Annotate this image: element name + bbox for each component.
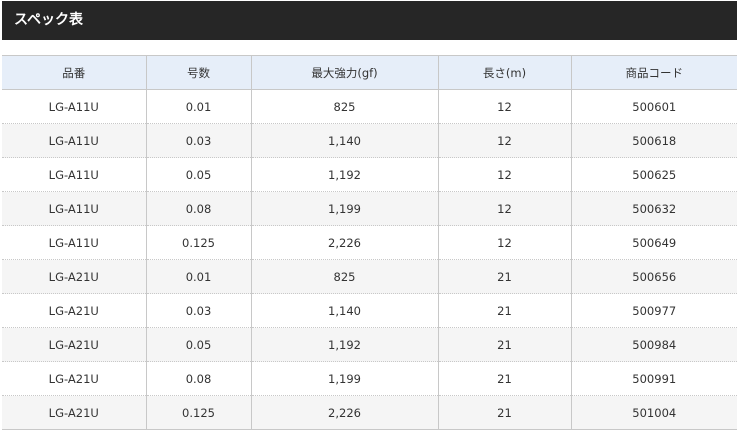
cell-product-code: 500984 bbox=[571, 327, 737, 362]
cell-length: 12 bbox=[438, 225, 572, 260]
spec-table: 品番 号数 最大強力(gf) 長さ(m) 商品コード LG-A11U 0.01 … bbox=[2, 55, 737, 430]
cell-size: 0.08 bbox=[146, 361, 252, 396]
cell-size: 0.08 bbox=[146, 191, 252, 226]
column-header-length: 長さ(m) bbox=[438, 55, 572, 90]
cell-part-number: LG-A21U bbox=[2, 361, 147, 396]
cell-max-strength: 1,140 bbox=[251, 293, 439, 328]
cell-max-strength: 1,199 bbox=[251, 191, 439, 226]
cell-max-strength: 825 bbox=[251, 89, 439, 124]
cell-size: 0.03 bbox=[146, 123, 252, 158]
cell-part-number: LG-A11U bbox=[2, 89, 147, 124]
cell-part-number: LG-A21U bbox=[2, 327, 147, 362]
cell-max-strength: 1,192 bbox=[251, 327, 439, 362]
cell-product-code: 500977 bbox=[571, 293, 737, 328]
cell-product-code: 500649 bbox=[571, 225, 737, 260]
cell-length: 21 bbox=[438, 327, 572, 362]
table-row: LG-A11U 0.01 825 12 500601 bbox=[2, 89, 737, 124]
spec-page: スペック表 品番 号数 最大強力(gf) 長さ(m) 商品コード LG-A11U… bbox=[0, 0, 739, 434]
table-row: LG-A21U 0.125 2,226 21 501004 bbox=[2, 395, 737, 430]
cell-product-code: 500632 bbox=[571, 191, 737, 226]
cell-max-strength: 2,226 bbox=[251, 395, 439, 430]
cell-part-number: LG-A11U bbox=[2, 191, 147, 226]
cell-size: 0.05 bbox=[146, 327, 252, 362]
cell-length: 21 bbox=[438, 259, 572, 294]
cell-size: 0.125 bbox=[146, 225, 252, 260]
table-row: LG-A21U 0.05 1,192 21 500984 bbox=[2, 327, 737, 362]
cell-length: 12 bbox=[438, 157, 572, 192]
section-title: スペック表 bbox=[2, 1, 737, 40]
cell-product-code: 500625 bbox=[571, 157, 737, 192]
cell-part-number: LG-A11U bbox=[2, 225, 147, 260]
cell-product-code: 500601 bbox=[571, 89, 737, 124]
cell-length: 12 bbox=[438, 89, 572, 124]
column-header-product-code: 商品コード bbox=[571, 55, 737, 90]
cell-product-code: 500656 bbox=[571, 259, 737, 294]
cell-size: 0.01 bbox=[146, 259, 252, 294]
table-row: LG-A11U 0.125 2,226 12 500649 bbox=[2, 225, 737, 260]
table-header-row: 品番 号数 最大強力(gf) 長さ(m) 商品コード bbox=[2, 55, 737, 90]
table-row: LG-A21U 0.03 1,140 21 500977 bbox=[2, 293, 737, 328]
cell-product-code: 501004 bbox=[571, 395, 737, 430]
cell-size: 0.01 bbox=[146, 89, 252, 124]
cell-max-strength: 1,140 bbox=[251, 123, 439, 158]
table-row: LG-A11U 0.03 1,140 12 500618 bbox=[2, 123, 737, 158]
table-row: LG-A21U 0.01 825 21 500656 bbox=[2, 259, 737, 294]
cell-part-number: LG-A21U bbox=[2, 293, 147, 328]
table-row: LG-A11U 0.05 1,192 12 500625 bbox=[2, 157, 737, 192]
cell-size: 0.125 bbox=[146, 395, 252, 430]
table-row: LG-A21U 0.08 1,199 21 500991 bbox=[2, 361, 737, 396]
cell-size: 0.03 bbox=[146, 293, 252, 328]
cell-part-number: LG-A21U bbox=[2, 259, 147, 294]
column-header-max-strength: 最大強力(gf) bbox=[251, 55, 439, 90]
cell-length: 21 bbox=[438, 361, 572, 396]
cell-length: 12 bbox=[438, 123, 572, 158]
table-row: LG-A11U 0.08 1,199 12 500632 bbox=[2, 191, 737, 226]
cell-product-code: 500991 bbox=[571, 361, 737, 396]
cell-max-strength: 1,199 bbox=[251, 361, 439, 396]
cell-size: 0.05 bbox=[146, 157, 252, 192]
column-header-size: 号数 bbox=[146, 55, 252, 90]
cell-part-number: LG-A21U bbox=[2, 395, 147, 430]
cell-length: 21 bbox=[438, 293, 572, 328]
cell-max-strength: 825 bbox=[251, 259, 439, 294]
cell-part-number: LG-A11U bbox=[2, 157, 147, 192]
cell-length: 21 bbox=[438, 395, 572, 430]
cell-max-strength: 1,192 bbox=[251, 157, 439, 192]
cell-max-strength: 2,226 bbox=[251, 225, 439, 260]
cell-length: 12 bbox=[438, 191, 572, 226]
column-header-part-number: 品番 bbox=[2, 55, 147, 90]
cell-part-number: LG-A11U bbox=[2, 123, 147, 158]
cell-product-code: 500618 bbox=[571, 123, 737, 158]
